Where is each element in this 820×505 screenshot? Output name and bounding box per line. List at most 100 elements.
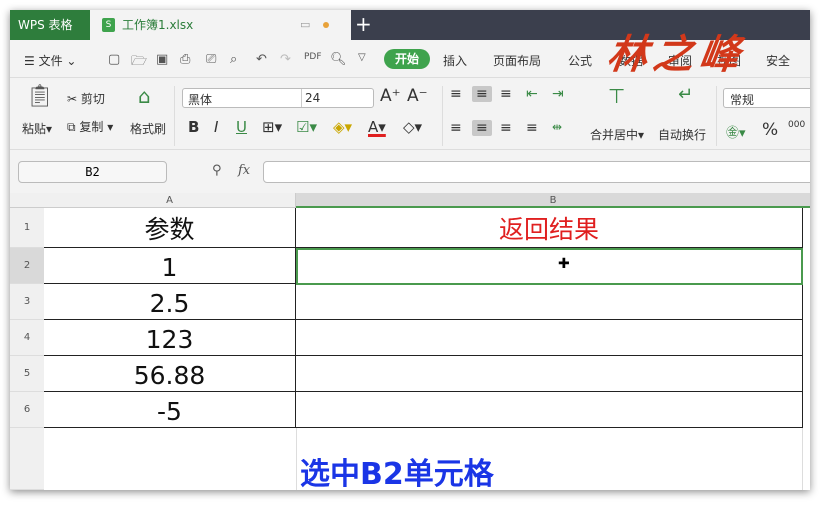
tab-insert[interactable]: 插入 bbox=[443, 52, 467, 69]
tab-page-layout[interactable]: 页面布局 bbox=[493, 52, 541, 69]
increase-font-icon[interactable]: A⁺ bbox=[380, 86, 401, 106]
tab-security[interactable]: 安全 bbox=[766, 52, 790, 69]
cursor-cross-icon: ✚ bbox=[558, 256, 570, 272]
font-size[interactable]: 24 bbox=[305, 91, 320, 105]
app-tab[interactable]: WPS 表格 bbox=[10, 10, 90, 40]
row-header-empty bbox=[10, 428, 44, 490]
caption-text: 选中B2单元格 bbox=[300, 457, 494, 490]
cell-a4[interactable]: 123 bbox=[44, 320, 296, 356]
more-icon[interactable]: ▽ bbox=[358, 52, 366, 63]
underline-icon[interactable]: U bbox=[236, 118, 247, 136]
formula-input[interactable] bbox=[263, 161, 810, 183]
name-box[interactable]: B2 bbox=[18, 161, 167, 183]
merge-icon[interactable]: ⊤ bbox=[608, 84, 625, 108]
select-all-corner[interactable] bbox=[10, 193, 44, 208]
row-header[interactable]: 5 bbox=[10, 356, 44, 392]
thousands-icon[interactable]: 000 bbox=[788, 120, 805, 130]
row-header[interactable]: 1 bbox=[10, 208, 44, 248]
divider bbox=[301, 89, 302, 107]
border-icon[interactable]: ⊞▾ bbox=[262, 118, 282, 136]
document-tab[interactable]: S 工作簿1.xlsx ▭ bbox=[90, 10, 351, 40]
column-header-b[interactable]: B bbox=[296, 193, 810, 208]
row-header[interactable]: 3 bbox=[10, 284, 44, 320]
document-tab-label: 工作簿1.xlsx bbox=[122, 18, 194, 32]
copy-button[interactable]: ⧉ 复制 ▾ bbox=[67, 118, 113, 135]
watermark-logo: 林之峰 bbox=[604, 31, 749, 78]
percent-icon[interactable]: % bbox=[762, 120, 778, 140]
divider bbox=[442, 86, 443, 146]
spreadsheet-grid: A B 1 2 3 4 5 6 参数 返回结果 1 2.5 123 56.88 … bbox=[10, 193, 810, 490]
open-icon[interactable]: 🗁 bbox=[131, 52, 147, 74]
conditional-format-icon[interactable]: ☑▾ bbox=[296, 118, 317, 136]
font-color-icon[interactable]: A▾ bbox=[368, 118, 386, 136]
file-menu[interactable]: ☰ 文件 ⌄ bbox=[24, 52, 76, 69]
row-header[interactable]: 4 bbox=[10, 320, 44, 356]
new-icon[interactable]: ▢ bbox=[108, 52, 120, 67]
print-icon[interactable]: ⎙ bbox=[180, 52, 190, 67]
align-bottom-icon[interactable]: ≡ bbox=[500, 86, 512, 102]
cell-b6[interactable] bbox=[296, 392, 803, 428]
paste-button[interactable]: 粘贴▾ bbox=[22, 120, 52, 137]
cell-b4[interactable] bbox=[296, 320, 803, 356]
zoom-preview-icon[interactable]: ⌕ bbox=[230, 52, 237, 67]
cut-button[interactable]: ✂ 剪切 bbox=[67, 90, 105, 107]
divider bbox=[174, 86, 175, 146]
align-center-icon[interactable]: ≡ bbox=[472, 120, 492, 136]
row-header[interactable]: 6 bbox=[10, 392, 44, 428]
cell-a6[interactable]: -5 bbox=[44, 392, 296, 428]
align-top-icon[interactable]: ≡ bbox=[450, 86, 462, 102]
cell-a3[interactable]: 2.5 bbox=[44, 284, 296, 320]
indent-decrease-icon[interactable]: ⇤ bbox=[526, 86, 538, 102]
spreadsheet-icon: S bbox=[102, 18, 115, 32]
clear-icon[interactable]: ◇▾ bbox=[403, 118, 422, 136]
number-format-selector[interactable]: 常规 bbox=[723, 88, 810, 108]
tab-start[interactable]: 开始 bbox=[384, 49, 430, 69]
cell-b5[interactable] bbox=[296, 356, 803, 392]
column-header-a[interactable]: A bbox=[44, 193, 296, 208]
wrap-text-button[interactable]: 自动换行 bbox=[658, 126, 706, 143]
font-selector[interactable]: 黑体 24 bbox=[182, 88, 374, 108]
gridline bbox=[802, 428, 803, 490]
save-icon[interactable]: ▣ bbox=[156, 52, 168, 67]
zoom-icon[interactable]: ⚲ bbox=[212, 163, 222, 178]
monitor-icon[interactable]: ▭ bbox=[300, 10, 310, 40]
align-middle-icon[interactable]: ≡ bbox=[472, 86, 492, 102]
tab-formulas[interactable]: 公式 bbox=[568, 52, 592, 69]
distribute-icon[interactable]: ⇹ bbox=[552, 120, 562, 134]
undo-icon[interactable]: ↶ bbox=[256, 52, 267, 67]
search-icon[interactable]: 🔍︎ bbox=[330, 52, 347, 67]
unsaved-dot-icon bbox=[323, 22, 329, 28]
justify-icon[interactable]: ≡ bbox=[526, 120, 538, 136]
formula-bar: B2 ⚲ fx bbox=[10, 150, 810, 194]
ribbon: 📋︎ 粘贴▾ ✂ 剪切 ⧉ 复制 ▾ ⌂ 格式刷 黑体 24 A⁺ A⁻ B I… bbox=[10, 78, 810, 150]
currency-icon[interactable]: ㊎▾ bbox=[726, 122, 746, 141]
redo-icon[interactable]: ↷ bbox=[280, 52, 291, 67]
wps-window: WPS 表格 S 工作簿1.xlsx ▭ + ☰ 文件 ⌄ ▢ 🗁 ▣ ⎙ ⎚ … bbox=[10, 10, 810, 490]
cell-b1[interactable]: 返回结果 bbox=[296, 208, 803, 248]
wrap-icon[interactable]: ↵ bbox=[678, 84, 693, 105]
row-header[interactable]: 2 bbox=[10, 248, 44, 284]
font-name: 黑体 bbox=[188, 93, 213, 107]
cell-b3[interactable] bbox=[296, 284, 803, 320]
align-left-icon[interactable]: ≡ bbox=[450, 120, 462, 136]
indent-increase-icon[interactable]: ⇥ bbox=[552, 86, 564, 102]
decrease-font-icon[interactable]: A⁻ bbox=[407, 86, 428, 106]
gridline bbox=[296, 428, 297, 490]
format-painter-icon[interactable]: ⌂ bbox=[138, 84, 151, 108]
selected-cell-border bbox=[296, 248, 803, 285]
print-preview-icon[interactable]: ⎚ bbox=[206, 52, 216, 67]
divider bbox=[716, 86, 717, 146]
merge-center-button[interactable]: 合并居中▾ bbox=[590, 126, 644, 143]
pdf-icon[interactable]: PDF bbox=[304, 52, 322, 62]
new-tab-button[interactable]: + bbox=[355, 10, 372, 38]
italic-icon[interactable]: I bbox=[214, 118, 218, 136]
align-right-icon[interactable]: ≡ bbox=[500, 120, 512, 136]
cell-a5[interactable]: 56.88 bbox=[44, 356, 296, 392]
cell-a1[interactable]: 参数 bbox=[44, 208, 296, 248]
fx-icon[interactable]: fx bbox=[238, 163, 250, 178]
bold-icon[interactable]: B bbox=[188, 118, 199, 136]
cell-a2[interactable]: 1 bbox=[44, 248, 296, 284]
paste-icon[interactable]: 📋︎ bbox=[26, 84, 54, 109]
format-painter-button[interactable]: 格式刷 bbox=[130, 120, 166, 137]
fill-color-icon[interactable]: ◈▾ bbox=[333, 118, 352, 136]
